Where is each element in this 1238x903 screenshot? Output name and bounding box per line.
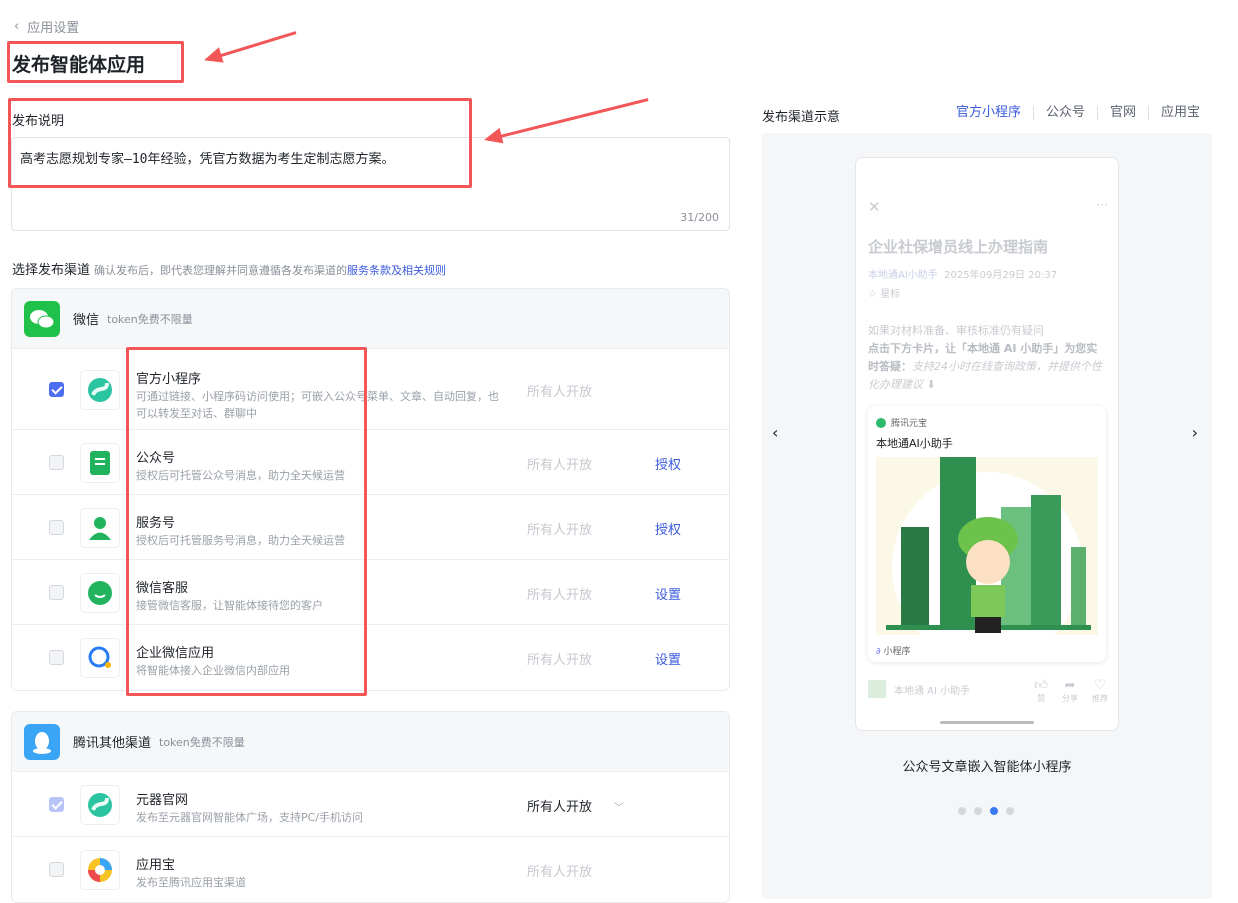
heart-icon: ♡	[1094, 678, 1106, 693]
channel-action-button[interactable]: 设置	[655, 584, 681, 603]
access-status: 所有人开放	[527, 652, 593, 668]
channel-section-title: 选择发布渠道 确认发布后，即代表您理解并同意遵循各发布渠道的服务条款及相关规则	[12, 263, 447, 278]
official-account-icon	[80, 442, 120, 483]
channel-checkbox[interactable]	[49, 454, 64, 470]
carousel-dot[interactable]	[958, 807, 966, 815]
home-indicator	[940, 721, 1034, 724]
channel-row: 服务号 授权后可托管服务号消息，助力全天候运营 所有人开放 授权	[12, 495, 729, 560]
preview-tabs: 官方小程序 公众号 官网 应用宝	[944, 106, 1212, 120]
next-arrow-icon[interactable]: ›	[1192, 423, 1198, 442]
preview-caption: 公众号文章嵌入智能体小程序	[902, 760, 1072, 775]
star-label: ☆ 星标	[868, 289, 901, 300]
channel-description: 发布至元器官网智能体广场，支持PC/手机访问	[136, 810, 364, 824]
link-icon: ∂	[876, 647, 881, 657]
mini-program-card[interactable]: 腾讯元宝 本地通AI小助手 ∂ 小程序	[868, 406, 1106, 662]
card-illustration	[876, 457, 1098, 635]
channel-action-button[interactable]: 授权	[655, 454, 681, 473]
channel-group-header: 微信 token免费不限量	[12, 289, 729, 349]
channel-checkbox[interactable]	[49, 519, 64, 535]
channel-action-button[interactable]: 设置	[655, 649, 681, 668]
article-text: 如果对材料准备、审核标准仍有疑问	[868, 324, 1044, 337]
share-action: ➦ 分享	[1062, 678, 1078, 703]
access-status: 所有人开放	[527, 587, 593, 603]
tab-mini-program[interactable]: 官方小程序	[944, 106, 1033, 120]
channel-checkbox[interactable]	[49, 584, 64, 600]
annotation-box	[8, 98, 472, 188]
yuanqi-logo-icon	[80, 369, 120, 410]
carousel-dots	[958, 807, 1014, 815]
article-title: 企业社保增员线上办理指南	[868, 238, 1049, 256]
annotation-box	[126, 347, 367, 696]
close-icon: ✕	[868, 198, 881, 216]
carousel-dot[interactable]	[1006, 807, 1014, 815]
carousel-dot[interactable]	[990, 807, 998, 815]
channel-name: 应用宝	[136, 857, 176, 873]
back-link[interactable]: ‹ 应用设置	[14, 17, 79, 36]
channel-checkbox[interactable]	[49, 861, 64, 877]
channel-checkbox[interactable]	[49, 649, 64, 665]
wecom-icon	[80, 637, 120, 678]
channel-group: 微信 token免费不限量 官方小程序 可通过链接、小程序码访问使用；可嵌入公众号…	[11, 288, 730, 691]
share-icon: ➦	[1064, 678, 1076, 693]
channel-row: 应用宝 发布至腾讯应用宝渠道 所有人开放	[12, 837, 729, 902]
tab-website[interactable]: 官网	[1096, 106, 1148, 120]
channel-checkbox[interactable]	[49, 381, 64, 397]
access-select[interactable]: 所有人开放 ﹀	[527, 796, 624, 815]
yuanqi-logo-icon	[80, 784, 120, 825]
like-action: 👍︎ 赞	[1034, 678, 1048, 703]
tab-official-account[interactable]: 公众号	[1032, 106, 1097, 120]
channel-row: 公众号 授权后可托管公众号消息，助力全天候运营 所有人开放 授权	[12, 430, 729, 495]
channel-checkbox	[49, 796, 64, 812]
char-count: 31/200	[680, 211, 719, 224]
yuanbao-icon	[876, 417, 886, 428]
channel-row: 微信客服 接管微信客服，让智能体接待您的客户 所有人开放 设置	[12, 560, 729, 625]
service-account-icon	[80, 507, 120, 548]
terms-link[interactable]: 服务条款及相关规则	[347, 264, 446, 277]
preview-title: 发布渠道示意	[762, 110, 841, 125]
chevron-down-icon: ﹀	[614, 802, 625, 814]
annotation-box	[7, 41, 184, 83]
access-status: 所有人开放	[527, 457, 593, 473]
access-status: 所有人开放	[527, 384, 593, 400]
channel-action-button[interactable]: 授权	[655, 519, 681, 538]
channel-description: 发布至腾讯应用宝渠道	[136, 875, 246, 889]
access-status: 所有人开放	[527, 864, 593, 880]
prev-arrow-icon[interactable]: ‹	[772, 423, 778, 442]
thumb-up-icon: 👍︎	[1034, 678, 1048, 693]
tab-app-store[interactable]: 应用宝	[1147, 106, 1212, 120]
channel-group: 腾讯其他渠道 token免费不限量 元器官网 发布至元器官网智能体广场，支持PC/…	[11, 711, 730, 903]
card-title: 本地通AI小助手	[876, 437, 953, 450]
wechat-icon	[24, 300, 60, 337]
article-date: 2025年09月29日 20:37	[944, 270, 1058, 281]
recommend-action: ♡ 推荐	[1092, 678, 1108, 703]
chevron-left-icon: ‹	[14, 19, 20, 34]
channel-name: 元器官网	[136, 792, 189, 808]
phone-mockup: ✕ ··· 企业社保增员线上办理指南 本地通AI小助手 2025年09月29日 …	[855, 157, 1119, 731]
channel-row: 官方小程序 可通过链接、小程序码访问使用；可嵌入公众号菜单、文章、自动回复，也可…	[12, 349, 729, 430]
qq-icon	[24, 723, 60, 760]
article-author: 本地通AI小助手	[868, 270, 938, 281]
channel-row: 企业微信应用 将智能体接入企业微信内部应用 所有人开放 设置	[12, 625, 729, 690]
more-icon: ···	[1096, 198, 1108, 212]
access-status: 所有人开放	[527, 522, 593, 538]
annotation-arrow	[207, 31, 297, 61]
app-store-icon	[80, 849, 120, 890]
account-avatar	[868, 680, 886, 698]
channel-group-header: 腾讯其他渠道 token免费不限量	[12, 712, 729, 772]
wechat-service-icon	[80, 572, 120, 613]
carousel-dot[interactable]	[974, 807, 982, 815]
channel-row: 元器官网 发布至元器官网智能体广场，支持PC/手机访问 所有人开放 ﹀	[12, 772, 729, 837]
annotation-arrow	[487, 98, 649, 141]
preview-panel: ‹ › ✕ ··· 企业社保增员线上办理指南 本地通AI小助手 2025年09月…	[762, 133, 1212, 899]
